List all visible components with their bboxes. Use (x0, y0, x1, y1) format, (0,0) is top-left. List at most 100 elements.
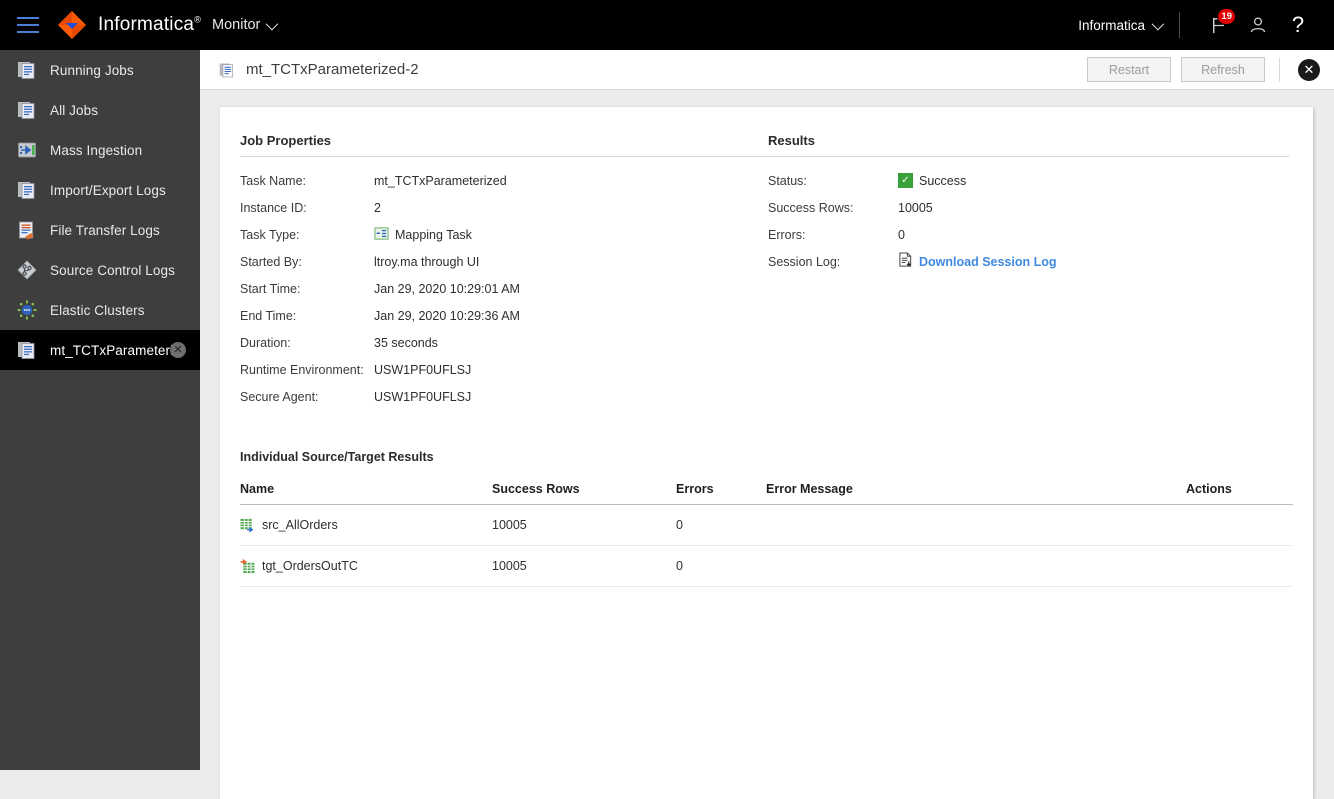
table-row[interactable]: src_AllOrders 10005 0 (240, 504, 1293, 546)
page-header: mt_TCTxParameterized-2 Restart Refresh ✕ (200, 50, 1334, 90)
property-label: Success Rows: (768, 200, 854, 215)
sidebar-item-label: mt_TCTxParameteri... (50, 342, 185, 358)
column-header-actions[interactable]: Actions (1186, 482, 1293, 505)
sidebar-item-mass-ingestion[interactable]: Mass Ingestion (0, 130, 200, 170)
property-label: End Time: (240, 308, 297, 323)
download-session-log-label: Download Session Log (919, 254, 1057, 269)
jobs-document-icon (16, 179, 38, 201)
cell-name: src_AllOrders (240, 504, 492, 546)
property-row-runtime-environment: Runtime Environment: USW1PF0UFLSJ (240, 356, 768, 383)
property-value: 10005 (898, 200, 933, 215)
cell-errors: 0 (676, 545, 766, 587)
sidebar-item-label: Elastic Clusters (50, 302, 145, 318)
individual-results-title: Individual Source/Target Results (240, 450, 434, 464)
property-value-wrap: Mapping Task (374, 226, 472, 244)
individual-results-section: Individual Source/Target Results Name Su… (240, 450, 1293, 587)
result-row-errors: Errors: 0 (768, 221, 1289, 248)
property-value: 0 (898, 227, 905, 242)
job-properties-title: Job Properties (240, 133, 332, 148)
property-value: ltroy.ma through UI (374, 254, 480, 269)
download-session-log-link[interactable]: Download Session Log (898, 252, 1057, 271)
column-header-errors[interactable]: Errors (676, 482, 766, 505)
sidebar-item-label: All Jobs (50, 102, 99, 118)
property-value: 2 (374, 200, 381, 215)
sidebar-item-elastic-clusters[interactable]: Elastic Clusters (0, 290, 200, 330)
property-value: Mapping Task (395, 227, 472, 242)
table-row[interactable]: tgt_OrdersOutTC 10005 0 (240, 545, 1293, 587)
property-label: Duration: (240, 335, 291, 350)
result-row-success-rows: Success Rows: 10005 (768, 194, 1289, 221)
notification-badge: 19 (1217, 8, 1236, 25)
column-header-name[interactable]: Name (240, 482, 492, 505)
cell-name: tgt_OrdersOutTC (240, 545, 492, 587)
table-header: Name Success Rows Errors Error Message A… (240, 482, 1293, 505)
notifications-button[interactable]: 19 (1203, 8, 1236, 40)
hamburger-menu-icon[interactable] (17, 17, 39, 33)
module-selector[interactable]: Monitor (212, 17, 279, 33)
job-properties-panel: Job Properties Task Name: mt_TCTxParamet… (240, 133, 768, 410)
individual-results-table: Name Success Rows Errors Error Message A… (240, 482, 1293, 587)
row-name-label: tgt_OrdersOutTC (262, 559, 358, 573)
row-name-label: src_AllOrders (262, 518, 338, 532)
divider (768, 156, 1289, 157)
sidebar-item-all-jobs[interactable]: All Jobs (0, 90, 200, 130)
chevron-down-icon (1151, 17, 1165, 30)
table-header-row: Name Success Rows Errors Error Message A… (240, 482, 1293, 505)
source-table-icon (240, 518, 255, 533)
user-icon (1250, 17, 1266, 33)
cell-error-message (766, 504, 1186, 546)
informatica-logo-icon (56, 9, 88, 41)
column-header-success-rows[interactable]: Success Rows (492, 482, 676, 505)
brand-trademark: ® (194, 14, 202, 25)
header-actions: Restart Refresh ✕ (1077, 57, 1320, 82)
elastic-clusters-icon (16, 299, 38, 321)
mapping-task-icon (374, 226, 389, 244)
cell-actions[interactable] (1186, 545, 1293, 587)
jobs-document-icon (16, 99, 38, 121)
org-selector[interactable]: Informatica (1078, 17, 1165, 33)
close-icon[interactable]: ✕ (170, 342, 186, 358)
property-value: USW1PF0UFLSJ (374, 389, 472, 404)
download-log-icon (898, 252, 913, 271)
cell-success-rows: 10005 (492, 545, 676, 587)
page-title: mt_TCTxParameterized-2 (246, 61, 419, 78)
mass-ingestion-icon (16, 139, 38, 161)
property-label: Started By: (240, 254, 302, 269)
file-transfer-icon (16, 219, 38, 241)
module-label: Monitor (212, 17, 261, 33)
property-label: Start Time: (240, 281, 301, 296)
refresh-button[interactable]: Refresh (1181, 57, 1265, 82)
sidebar-item-running-jobs[interactable]: Running Jobs (0, 50, 200, 90)
divider (1179, 12, 1180, 38)
sidebar-item-label: Mass Ingestion (50, 142, 143, 158)
property-value: Jan 29, 2020 10:29:01 AM (374, 281, 520, 296)
divider (240, 156, 768, 157)
property-label: Task Name: (240, 173, 306, 188)
close-panel-button[interactable]: ✕ (1298, 58, 1320, 81)
property-row-task-name: Task Name: mt_TCTxParameterized (240, 167, 768, 194)
property-value: USW1PF0UFLSJ (374, 362, 472, 377)
property-row-started-by: Started By: ltroy.ma through UI (240, 248, 768, 275)
table-body: src_AllOrders 10005 0 tgt_OrdersOutTC 10… (240, 504, 1293, 587)
sidebar-item-import-export-logs[interactable]: Import/Export Logs (0, 170, 200, 210)
source-control-icon (16, 259, 38, 281)
main-content: mt_TCTxParameterized-2 Restart Refresh ✕… (200, 50, 1334, 799)
property-row-instance-id: Instance ID: 2 (240, 194, 768, 221)
property-row-end-time: End Time: Jan 29, 2020 10:29:36 AM (240, 302, 768, 329)
cell-actions[interactable] (1186, 504, 1293, 546)
jobs-document-icon (16, 339, 38, 361)
restart-button[interactable]: Restart (1087, 57, 1171, 82)
property-label: Instance ID: (240, 200, 307, 215)
help-button[interactable]: ? (1283, 10, 1313, 40)
sidebar-item-file-transfer-logs[interactable]: File Transfer Logs (0, 210, 200, 250)
property-value: 35 seconds (374, 335, 438, 350)
results-title: Results (768, 133, 815, 148)
target-table-icon (240, 558, 255, 574)
sidebar-item-label: Import/Export Logs (50, 182, 166, 198)
sidebar-item-mt-tctxparameterized[interactable]: mt_TCTxParameteri... ✕ (0, 330, 200, 370)
column-header-error-message[interactable]: Error Message (766, 482, 1186, 505)
property-label: Errors: (768, 227, 806, 242)
property-label: Secure Agent: (240, 389, 319, 404)
sidebar-item-source-control-logs[interactable]: Source Control Logs (0, 250, 200, 290)
user-account-button[interactable] (1243, 10, 1273, 40)
